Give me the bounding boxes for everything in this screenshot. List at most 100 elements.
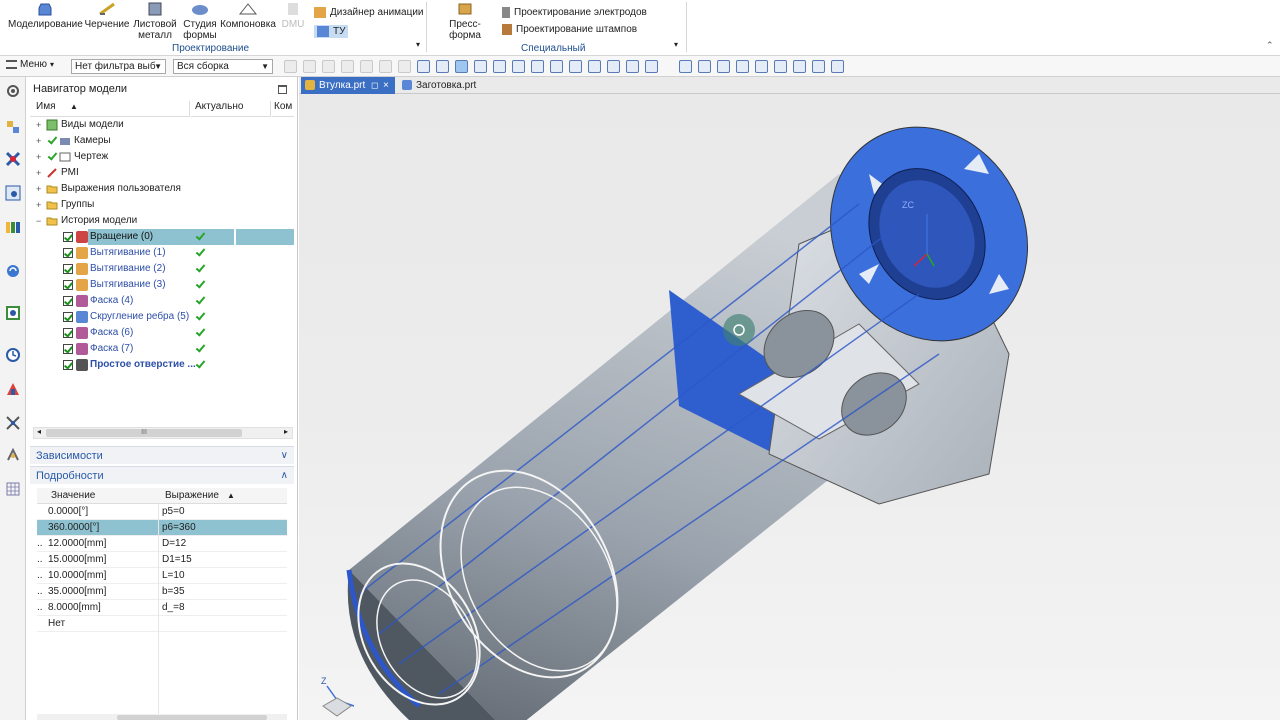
- details-row[interactable]: .. 8.0000[mm] d_=8: [37, 600, 287, 616]
- more-icon[interactable]: [831, 60, 844, 73]
- tree-node-model-views[interactable]: + Виды модели: [30, 117, 294, 133]
- settings-icon[interactable]: [5, 83, 21, 99]
- layout-button[interactable]: Компоновка: [220, 2, 276, 30]
- navigator-hscrollbar[interactable]: ◂ III ▸: [33, 427, 293, 439]
- fit-icon[interactable]: [679, 60, 692, 73]
- visibility-checkbox[interactable]: [63, 312, 73, 322]
- feature-row[interactable]: Вращение (0): [30, 229, 294, 245]
- bounded-grid-icon[interactable]: [645, 60, 658, 73]
- roles-icon[interactable]: [5, 381, 21, 397]
- press-form-button[interactable]: Пресс-форма: [434, 2, 496, 41]
- assembly-navigator-icon[interactable]: [5, 119, 21, 135]
- scroll-left-icon[interactable]: ◂: [37, 427, 41, 436]
- expand-icon[interactable]: +: [36, 197, 41, 213]
- visibility-checkbox[interactable]: [63, 360, 73, 370]
- details-row[interactable]: .. 12.0000[mm] D=12: [37, 536, 287, 552]
- feature-filter-icon[interactable]: [417, 60, 430, 73]
- control-point-icon[interactable]: [512, 60, 525, 73]
- graphics-window[interactable]: ZC Z: [299, 94, 1280, 720]
- arc-center-icon[interactable]: [550, 60, 563, 73]
- intersection-icon[interactable]: [531, 60, 544, 73]
- expand-icon[interactable]: +: [36, 181, 41, 197]
- tab-zagotovka[interactable]: Заготовка.prt: [398, 77, 494, 94]
- animation-designer-button[interactable]: Дизайнер анимации: [314, 7, 424, 18]
- feature-row[interactable]: Скругление ребра (5): [30, 309, 294, 325]
- electrode-design-button[interactable]: Проектирование электродов: [502, 7, 647, 18]
- zoom-icon[interactable]: [698, 60, 711, 73]
- scroll-right-icon[interactable]: ▸: [284, 427, 288, 436]
- history-icon[interactable]: [5, 347, 21, 363]
- dependencies-panel-header[interactable]: Зависимости ∨: [30, 446, 294, 464]
- scroll-thumb[interactable]: [117, 715, 267, 720]
- palette-icon[interactable]: [5, 481, 21, 497]
- column-header-name[interactable]: Имя ▲: [30, 101, 190, 117]
- feature-row[interactable]: Фаска (7): [30, 341, 294, 357]
- details-col-value[interactable]: Значение: [51, 488, 95, 504]
- snap-grey-icon[interactable]: [379, 60, 392, 73]
- orient-icon[interactable]: [755, 60, 768, 73]
- details-row[interactable]: .. 15.0000[mm] D1=15: [37, 552, 287, 568]
- endpoint-icon[interactable]: [474, 60, 487, 73]
- view-triad-icon[interactable]: [812, 60, 825, 73]
- view-cube-icon[interactable]: [322, 697, 352, 717]
- shaded-icon[interactable]: [436, 60, 449, 73]
- visibility-checkbox[interactable]: [63, 264, 73, 274]
- midpoint-icon[interactable]: [493, 60, 506, 73]
- dmu-button[interactable]: DMU: [278, 2, 308, 30]
- visibility-checkbox[interactable]: [63, 328, 73, 338]
- design-group-expand-icon[interactable]: ▾: [416, 40, 420, 49]
- tree-node-cameras[interactable]: + Камеры: [30, 133, 294, 149]
- system-scene-icon[interactable]: [5, 415, 21, 431]
- type-filter-dropdown[interactable]: Нет фильтра выб ▼: [71, 59, 166, 74]
- point-on-curve-icon[interactable]: [607, 60, 620, 73]
- snap-grey-icon[interactable]: [284, 60, 297, 73]
- tree-node-model-history[interactable]: − История модели: [30, 213, 294, 229]
- details-row[interactable]: 360.0000[°] p6=360: [37, 520, 287, 536]
- close-icon[interactable]: ×: [383, 77, 389, 94]
- feature-row[interactable]: Фаска (4): [30, 293, 294, 309]
- hd3d-tools-icon[interactable]: [5, 447, 21, 463]
- snap-point-icon[interactable]: [455, 60, 468, 73]
- point-on-surface-icon[interactable]: [626, 60, 639, 73]
- sheet-metal-button[interactable]: Листовой металл: [132, 2, 178, 41]
- drafting-button[interactable]: Черчение: [84, 2, 130, 30]
- web-browser-icon[interactable]: [5, 263, 21, 279]
- expand-icon[interactable]: +: [36, 133, 41, 149]
- feature-row[interactable]: Вытягивание (1): [30, 245, 294, 261]
- column-header-comment[interactable]: Ком: [272, 101, 294, 117]
- visibility-checkbox[interactable]: [63, 232, 73, 242]
- details-panel-header[interactable]: Подробности ∧: [30, 466, 294, 484]
- bushing-model[interactable]: ZC Z: [299, 94, 1280, 720]
- quadrant-icon[interactable]: [569, 60, 582, 73]
- feature-row[interactable]: Вытягивание (2): [30, 261, 294, 277]
- menu-button[interactable]: Меню ▾: [6, 59, 54, 70]
- expand-icon[interactable]: +: [36, 149, 41, 165]
- details-col-expression[interactable]: Выражение: [165, 488, 219, 504]
- maximize-icon[interactable]: [278, 85, 287, 94]
- snap-grey-icon[interactable]: [322, 60, 335, 73]
- reuse-library-icon[interactable]: [5, 219, 21, 235]
- constraint-navigator-icon[interactable]: [5, 151, 21, 167]
- collapse-icon[interactable]: −: [36, 213, 41, 229]
- tu-button[interactable]: ТУ: [314, 25, 349, 38]
- tree-node-drawing[interactable]: + Чертеж: [30, 149, 294, 165]
- pan-icon[interactable]: [736, 60, 749, 73]
- visibility-checkbox[interactable]: [63, 248, 73, 258]
- visibility-checkbox[interactable]: [63, 296, 73, 306]
- details-row[interactable]: 0.0000[°] p5=0: [37, 504, 287, 520]
- expand-icon[interactable]: +: [36, 117, 41, 133]
- feature-row[interactable]: Фаска (6): [30, 325, 294, 341]
- ribbon-collapse-icon[interactable]: ⌃: [1266, 40, 1274, 51]
- modeling-button[interactable]: Моделирование: [8, 2, 83, 30]
- visibility-checkbox[interactable]: [63, 280, 73, 290]
- visibility-checkbox[interactable]: [63, 344, 73, 354]
- snap-grey-icon[interactable]: [303, 60, 316, 73]
- part-navigator-icon[interactable]: [5, 185, 21, 201]
- expand-icon[interactable]: +: [36, 165, 41, 181]
- details-row[interactable]: .. 35.0000[mm] b=35: [37, 584, 287, 600]
- shape-studio-button[interactable]: Студия формы: [180, 2, 220, 41]
- edit-section-icon[interactable]: [793, 60, 806, 73]
- snap-grey-icon[interactable]: [398, 60, 411, 73]
- details-row[interactable]: .. 10.0000[mm] L=10: [37, 568, 287, 584]
- tree-node-pmi[interactable]: + PMI: [30, 165, 294, 181]
